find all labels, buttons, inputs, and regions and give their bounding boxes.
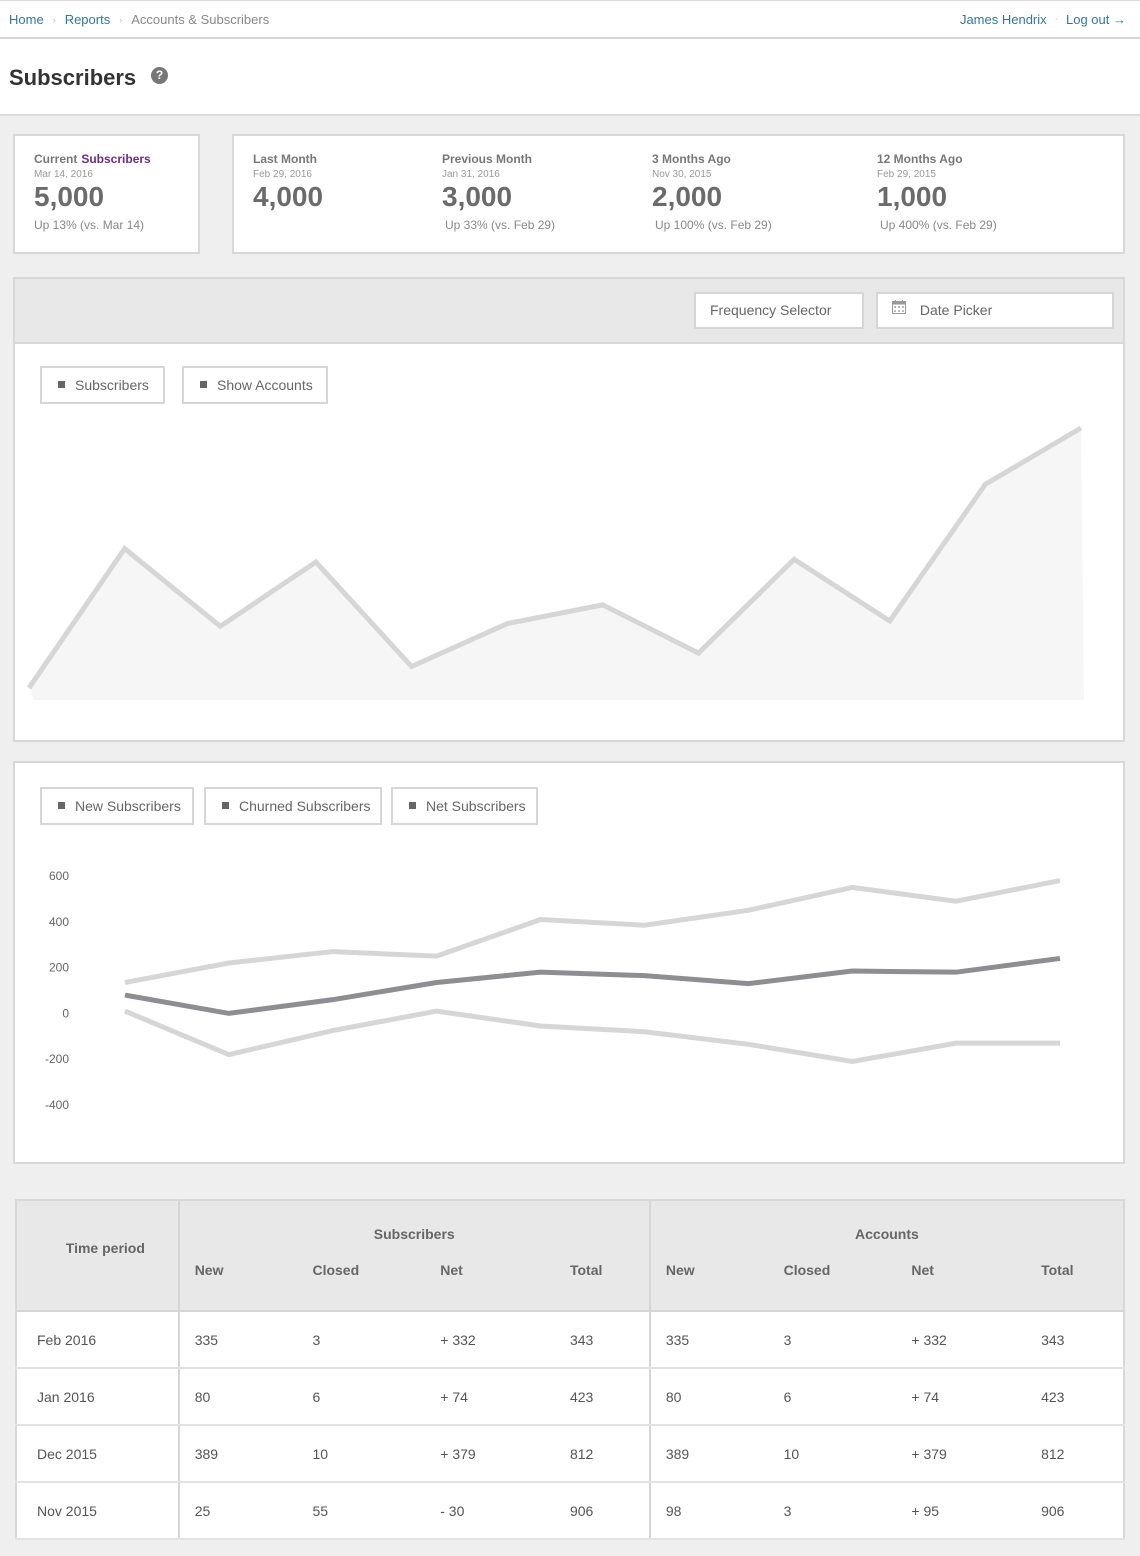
- user-nav: James Hendrix · Log out →: [960, 12, 1126, 27]
- stat-date: Jan 31, 2016: [442, 169, 500, 180]
- breadcrumb-separator: ›: [119, 14, 123, 25]
- stat-date: Feb 29, 2016: [253, 169, 312, 180]
- stat-label: 12 Months Ago: [877, 152, 963, 166]
- page-title: Subscribers: [9, 65, 137, 90]
- table-row: Feb 2016 335 3 + 332 343 335 3 + 332 343: [16, 1311, 1124, 1369]
- stat-label: Previous Month: [442, 152, 533, 166]
- table-row: Nov 2015 25 55 - 30 906 98 3 + 95 906: [16, 1482, 1124, 1540]
- help-icon[interactable]: ?: [151, 67, 168, 84]
- user-name-link[interactable]: James Hendrix: [960, 12, 1047, 27]
- y-tick-label: 600: [49, 869, 69, 883]
- col-sub-closed[interactable]: Closed: [297, 1262, 426, 1311]
- stat-change: Up 13% (vs. Mar 14): [34, 218, 145, 232]
- history-stat-card: Last Month Feb 29, 2016 4,000 Previous M…: [232, 134, 1125, 254]
- stat-value: 3,000: [442, 181, 513, 212]
- table-row: Dec 2015 389 10 + 379 812 389 10 + 379 8…: [16, 1425, 1124, 1483]
- stat-value: 5,000: [34, 181, 105, 212]
- subscribers-area-chart: [26, 425, 1084, 700]
- y-tick-label: -200: [45, 1052, 69, 1066]
- y-tick-label: 400: [49, 915, 69, 929]
- frequency-selector[interactable]: Frequency Selector: [694, 292, 864, 329]
- current-stat: Current Subscribers Mar 14, 2016 5,000 Up…: [34, 152, 151, 232]
- group-subscribers: Subscribers: [178, 1200, 651, 1262]
- col-sub-net[interactable]: Net: [425, 1262, 555, 1311]
- logout-link[interactable]: Log out →: [1066, 12, 1126, 27]
- col-acc-total[interactable]: Total: [1026, 1262, 1124, 1311]
- subscriber-flow-line-chart: 600 400 200 0 -200 -400: [45, 869, 1061, 1112]
- stat-12-months-ago: 12 Months Ago Feb 29, 2015 1,000 Up 400%…: [877, 152, 997, 232]
- series-line-new-subscribers: [124, 878, 1061, 985]
- y-tick-label: 200: [49, 961, 69, 975]
- current-stat-card: Current Subscribers Mar 14, 2016 5,000 Up…: [13, 134, 200, 254]
- frequency-selector-label: Frequency Selector: [710, 302, 832, 318]
- breadcrumb-separator: ›: [52, 14, 56, 25]
- stat-label: 3 Months Ago: [652, 152, 731, 166]
- top-nav: Home › Reports › Accounts & Subscribers …: [0, 0, 1140, 39]
- col-acc-closed[interactable]: Closed: [768, 1262, 897, 1311]
- breadcrumb-reports[interactable]: Reports: [65, 12, 111, 27]
- stat-label: Last Month: [253, 152, 317, 166]
- stat-last-month: Last Month Feb 29, 2016 4,000: [253, 152, 323, 218]
- series-line-net-subscribers: [124, 955, 1061, 1016]
- calendar-icon: [892, 293, 906, 326]
- col-acc-new[interactable]: New: [649, 1262, 769, 1311]
- col-time-period: Time period: [16, 1200, 180, 1311]
- stat-date: Nov 30, 2015: [652, 169, 712, 180]
- col-sub-total[interactable]: Total: [554, 1262, 651, 1311]
- date-picker-label: Date Picker: [919, 302, 993, 318]
- y-tick-label: -400: [45, 1098, 69, 1112]
- report-table: Time period Subscribers Accounts New Clo…: [15, 1199, 1125, 1540]
- subscriber-flow-chart-panel: New Subscribers Churned Subscribers Net …: [13, 761, 1125, 1164]
- stat-value: 4,000: [253, 181, 324, 212]
- stat-change: Up 100% (vs. Feb 29): [655, 218, 772, 232]
- stat-change: Up 33% (vs. Feb 29): [445, 218, 556, 232]
- breadcrumb-home[interactable]: Home: [9, 12, 44, 27]
- stat-date: Feb 29, 2015: [877, 169, 936, 180]
- breadcrumb: Home › Reports › Accounts & Subscribers: [9, 12, 269, 27]
- table-row: Jan 2016 80 6 + 74 423 80 6 + 74 423: [16, 1368, 1124, 1426]
- date-picker[interactable]: Date Picker: [876, 292, 1114, 329]
- y-tick-label: 0: [62, 1006, 69, 1020]
- group-accounts: Accounts: [649, 1200, 1124, 1262]
- stat-value: 2,000: [652, 181, 723, 212]
- stat-label: Current Subscribers: [34, 152, 151, 166]
- page-header: Subscribers ?: [0, 39, 1140, 116]
- breadcrumb-current: Accounts & Subscribers: [131, 12, 270, 27]
- subscribers-chart-panel: Subscribers Show Accounts: [13, 342, 1125, 742]
- stat-previous-month: Previous Month Jan 31, 2016 3,000 Up 33%…: [442, 152, 555, 232]
- col-acc-net[interactable]: Net: [896, 1262, 1027, 1311]
- series-line-churned-subscribers: [124, 1008, 1060, 1065]
- col-sub-new[interactable]: New: [178, 1262, 298, 1311]
- stat-3-months-ago: 3 Months Ago Nov 30, 2015 2,000 Up 100% …: [652, 152, 772, 232]
- stat-value: 1,000: [877, 181, 948, 212]
- stat-change: Up 400% (vs. Feb 29): [880, 218, 997, 232]
- series-area-subscribers: [29, 428, 1084, 700]
- user-nav-separator: ·: [1054, 14, 1058, 25]
- chart-toolbar: Frequency Selector Date Picker: [13, 277, 1125, 343]
- stat-date: Mar 14, 2016: [34, 169, 93, 180]
